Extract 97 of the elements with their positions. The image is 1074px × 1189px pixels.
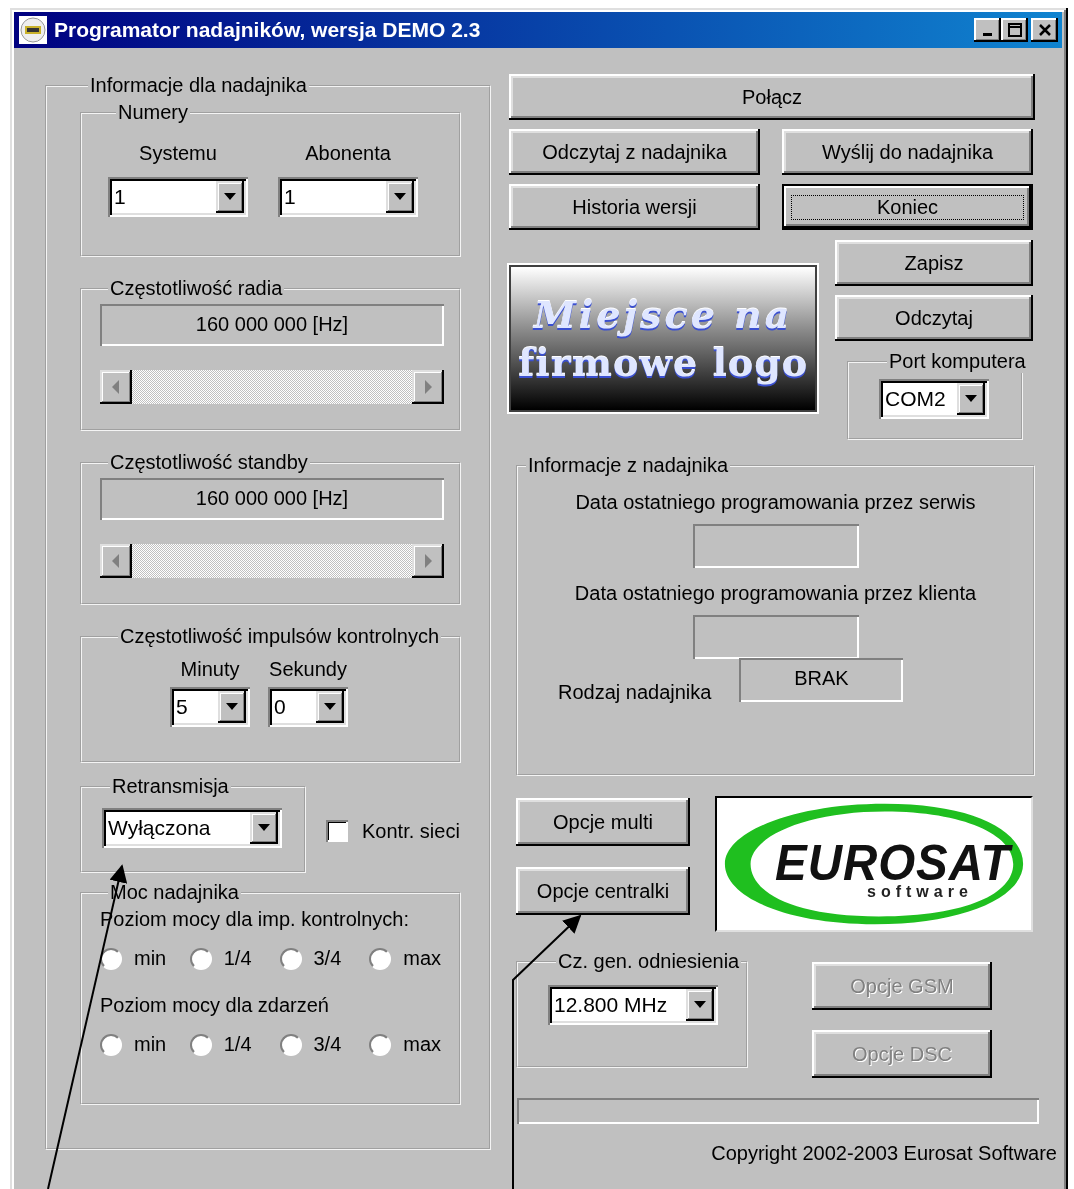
minimize-button[interactable]: [974, 18, 1001, 42]
button[interactable]: Koniec: [782, 184, 1033, 230]
radio-option[interactable]: min: [100, 1033, 190, 1056]
radio-option[interactable]: 3/4: [279, 1033, 370, 1056]
radio-option[interactable]: min: [100, 947, 190, 970]
radio-option[interactable]: 1/4: [189, 947, 280, 970]
button[interactable]: Opcje multi: [516, 798, 690, 846]
radio-button[interactable]: [189, 947, 212, 970]
scroll-left-button[interactable]: [100, 370, 132, 404]
dropdown-value: 0: [273, 694, 287, 720]
field-label: Minuty: [179, 658, 241, 681]
radio-button[interactable]: [369, 1033, 392, 1056]
radio-button[interactable]: [279, 1033, 302, 1056]
radio-option[interactable]: 1/4: [189, 1033, 280, 1056]
button[interactable]: Zapisz: [835, 240, 1033, 286]
caret-down-icon: [965, 395, 977, 403]
dropdown-arrow-button[interactable]: [957, 383, 985, 415]
radio-option[interactable]: max: [369, 1033, 459, 1056]
dropdown-arrow-button[interactable]: [218, 691, 246, 723]
close-button[interactable]: [1031, 18, 1058, 42]
button[interactable]: Opcje centralki: [516, 867, 690, 915]
close-icon: [1037, 23, 1052, 37]
left-arrow-icon: [112, 554, 120, 568]
radio-button[interactable]: [100, 1033, 122, 1056]
radio-button[interactable]: [279, 947, 302, 970]
button[interactable]: Odczytaj z nadajnika: [509, 129, 760, 175]
caret-down-icon: [258, 824, 270, 832]
field-label: Abonenta: [304, 142, 392, 165]
window-title: Programator nadajników, wersja DEMO 2.3: [54, 18, 482, 42]
dropdown-arrow-button[interactable]: [686, 989, 714, 1021]
button[interactable]: Połącz: [509, 74, 1035, 120]
brand-tagline: software: [867, 884, 973, 900]
caret-down-icon: [224, 193, 236, 201]
dropdown-value: COM2: [884, 386, 947, 412]
radio-button[interactable]: [189, 1033, 212, 1056]
scroll-right-button[interactable]: [412, 544, 444, 578]
right-arrow-icon: [424, 554, 432, 568]
radio-button[interactable]: [100, 947, 122, 970]
logo-text: firmowe logo: [517, 338, 809, 387]
caret-down-icon: [324, 703, 336, 711]
group-label: Cz. gen. odniesienia: [557, 950, 741, 973]
group-label: Numery: [117, 101, 189, 124]
field-label: Data ostatniego programowania przez klienta: [574, 582, 977, 605]
scrollbar[interactable]: [100, 544, 444, 578]
frequency-field[interactable]: 160 000 000 [Hz]: [100, 478, 444, 520]
scroll-right-button[interactable]: [412, 370, 444, 404]
dropdown-value: 1: [113, 184, 127, 210]
dropdown[interactable]: COM2: [879, 379, 989, 419]
group-label: Port komputera: [888, 350, 1027, 373]
group-label: Informacje z nadajnika: [527, 454, 730, 477]
scrollbar[interactable]: [100, 370, 444, 404]
dropdown[interactable]: Wyłączona: [102, 808, 282, 848]
dropdown-arrow-button[interactable]: [216, 181, 244, 213]
radio-option[interactable]: 3/4: [279, 947, 370, 970]
scroll-left-button[interactable]: [100, 544, 132, 578]
dropdown[interactable]: 0: [268, 687, 348, 727]
dropdown-value: 12.800 MHz: [553, 992, 669, 1018]
checkbox[interactable]: [326, 820, 348, 842]
frequency-field[interactable]: 160 000 000 [Hz]: [100, 304, 444, 346]
caret-down-icon: [694, 1001, 706, 1009]
radio-button[interactable]: [369, 947, 392, 970]
group-label: Częstotliwość radia: [109, 277, 284, 300]
group-label: Retransmisja: [111, 775, 230, 798]
button[interactable]: Historia wersji: [509, 184, 760, 230]
dropdown-arrow-button[interactable]: [316, 691, 344, 723]
value-field: BRAK: [739, 657, 904, 702]
radio-group-label: Poziom mocy dla zdarzeń: [100, 994, 330, 1017]
field-label: Sekundy: [268, 658, 348, 681]
group-label: Informacje dla nadajnika: [89, 74, 308, 97]
field-label: Rodzaj nadajnika: [558, 681, 712, 704]
field-label: Data ostatniego programowania przez serwis: [575, 491, 976, 514]
maximize-button[interactable]: [1001, 18, 1028, 42]
field-label: Systemu: [138, 142, 218, 165]
right-arrow-icon: [424, 380, 432, 394]
caret-down-icon: [394, 193, 406, 201]
group-label: Częstotliwość impulsów kontrolnych: [119, 625, 440, 648]
dropdown[interactable]: 1: [108, 177, 248, 217]
dropdown[interactable]: 1: [278, 177, 418, 217]
dropdown-arrow-button[interactable]: [386, 181, 414, 213]
maximize-icon: [1007, 23, 1022, 37]
dropdown-value: 5: [175, 694, 189, 720]
dropdown-value: 1: [283, 184, 297, 210]
group-label: Częstotliwość standby: [109, 451, 309, 474]
button[interactable]: Odczytaj: [835, 295, 1033, 341]
left-arrow-icon: [112, 380, 120, 394]
minimize-icon: [983, 32, 992, 36]
button[interactable]: Wyślij do nadajnika: [782, 129, 1033, 175]
radio-option[interactable]: max: [369, 947, 459, 970]
dropdown[interactable]: 5: [170, 687, 250, 727]
dropdown-arrow-button[interactable]: [250, 812, 278, 844]
copyright-text: Copyright 2002-2003 Eurosat Software: [711, 1142, 1057, 1165]
caret-down-icon: [226, 703, 238, 711]
dropdown[interactable]: 12.800 MHz: [548, 985, 718, 1025]
app-icon: [18, 15, 48, 45]
checkbox-option[interactable]: Kontr. sieci: [326, 819, 460, 843]
logo-text: Miejsce na: [533, 290, 793, 339]
dropdown-value: Wyłączona: [107, 815, 212, 841]
